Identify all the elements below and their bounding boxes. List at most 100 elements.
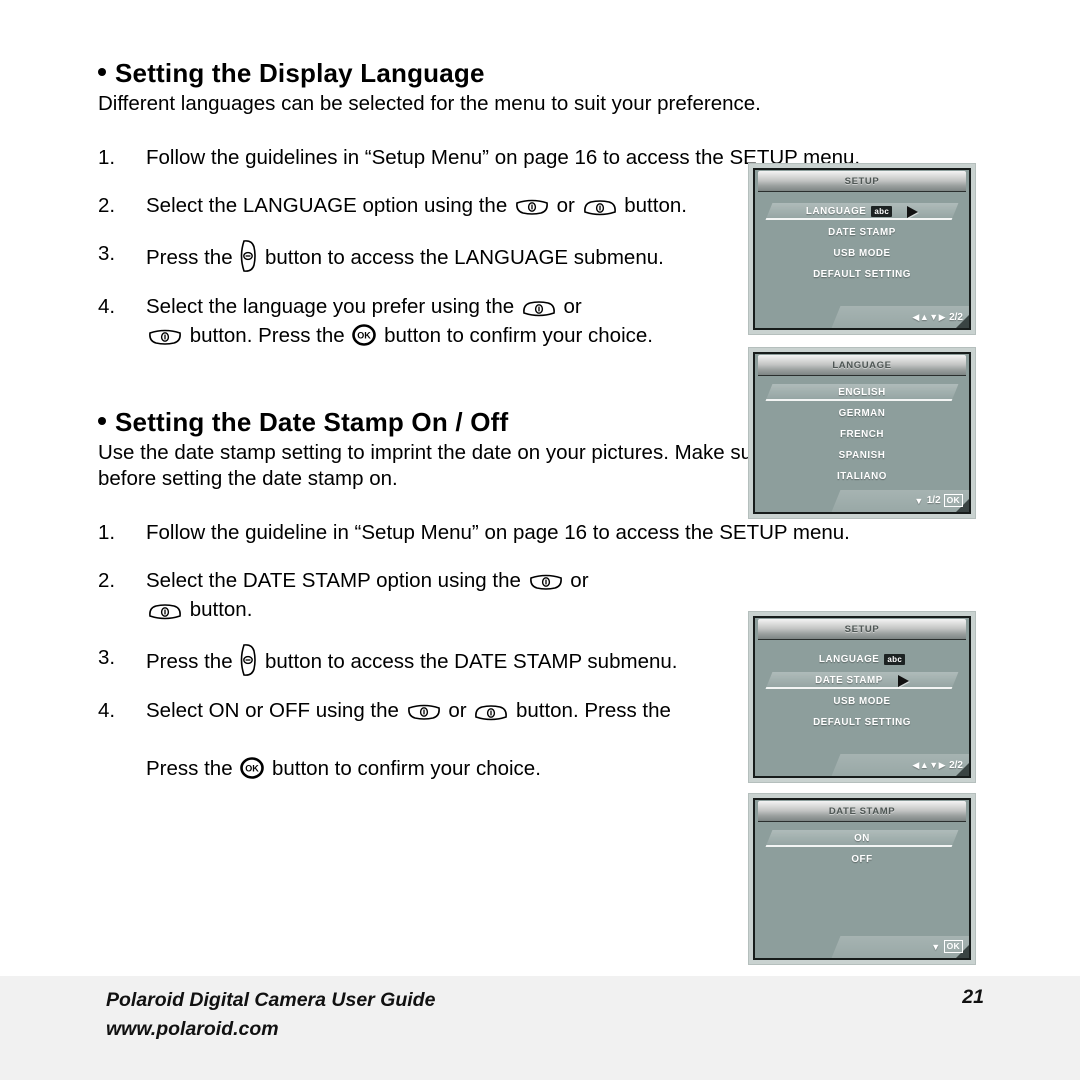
menu-item-label: ITALIANO	[837, 471, 887, 482]
up-button-icon	[583, 199, 617, 216]
down-button-icon	[529, 574, 563, 591]
step-text-fragment: or	[550, 194, 581, 217]
lcd-title-text: SETUP	[844, 623, 880, 635]
menu-item-italiano[interactable]: ITALIANO	[755, 466, 969, 487]
section-heading-display-language: Setting the Display Language	[98, 58, 998, 89]
step-text-fragment: Select the LANGUAGE option using the	[146, 194, 513, 217]
step-number: 4.	[98, 699, 116, 722]
menu-item-label: USB MODE	[833, 248, 891, 259]
step-number: 3.	[98, 242, 116, 265]
step-text-fragment: Press the	[146, 757, 239, 780]
footer-website: www.polaroid.com	[106, 1018, 279, 1040]
lcd-title-text: SETUP	[844, 175, 880, 187]
lcd-menu-list: LANGUAGE abc DATE STAMP USB MODE DEFAULT…	[755, 192, 969, 285]
step-number: 1.	[98, 521, 116, 544]
up-button-icon	[148, 603, 182, 620]
menu-item-spanish[interactable]: SPANISH	[755, 445, 969, 466]
ok-badge-icon[interactable]: OK	[943, 940, 963, 953]
menu-item-date-stamp[interactable]: DATE STAMP	[755, 222, 969, 243]
lcd-screen-setup-date-stamp: SETUP LANGUAGE abc DATE STAMP USB MODE D…	[748, 611, 976, 783]
lcd-pager: 2/2	[949, 312, 963, 323]
lcd-menu-list: ENGLISH GERMAN FRENCH SPANISH ITALIANO	[755, 376, 969, 487]
menu-item-label: DEFAULT SETTING	[813, 717, 911, 728]
lcd-title-bar: SETUP	[758, 619, 966, 640]
menu-item-usb-mode[interactable]: USB MODE	[755, 243, 969, 264]
step-text-fragment: Select the DATE STAMP option using the	[146, 569, 527, 592]
menu-item-off[interactable]: OFF	[755, 849, 969, 870]
lcd-screen-language-submenu: LANGUAGE ENGLISH GERMAN FRENCH SPANISH I…	[748, 347, 976, 519]
lcd-footer: ▼ 1/2 OK	[914, 494, 963, 507]
menu-item-default-setting[interactable]: DEFAULT SETTING	[755, 712, 969, 733]
up-button-icon	[522, 300, 556, 317]
menu-item-language[interactable]: LANGUAGE abc	[755, 201, 969, 222]
section-intro-display-language: Different languages can be selected for …	[98, 92, 761, 115]
menu-item-usb-mode[interactable]: USB MODE	[755, 691, 969, 712]
svg-text:OK: OK	[358, 331, 372, 341]
down-button-icon	[148, 329, 182, 346]
menu-item-default-setting[interactable]: DEFAULT SETTING	[755, 264, 969, 285]
step-text-fragment: button.	[618, 194, 687, 217]
down-button-icon	[407, 704, 441, 721]
step-text-fragment: or	[564, 569, 589, 592]
page-footer-text: Polaroid Digital Camera User Guide www.p…	[106, 986, 435, 1044]
menu-item-date-stamp[interactable]: DATE STAMP	[755, 670, 969, 691]
step-text-fragment: or	[557, 295, 582, 318]
step-text-fragment: Press the	[146, 246, 239, 269]
down-button-icon	[515, 199, 549, 216]
ok-badge-icon[interactable]: OK	[943, 494, 963, 507]
ok-button-icon: OK	[240, 756, 265, 788]
menu-item-french[interactable]: FRENCH	[755, 424, 969, 445]
step-text-fragment: Press the	[146, 650, 239, 673]
abc-badge-icon: abc	[871, 206, 893, 217]
nav-arrows-icon: ◀▲▼▶	[912, 312, 947, 322]
menu-item-german[interactable]: GERMAN	[755, 403, 969, 424]
menu-item-label: ENGLISH	[838, 387, 886, 398]
lcd-title-bar: SETUP	[758, 171, 966, 192]
bullet-dot-icon	[98, 68, 106, 76]
step-text-fragment: button.	[184, 598, 253, 621]
lcd-pager: 1/2	[926, 495, 941, 506]
lcd-title-text: DATE STAMP	[828, 805, 896, 817]
footer-guide-title: Polaroid Digital Camera User Guide	[106, 989, 436, 1011]
page-number: 21	[962, 986, 984, 1008]
step-text-fragment: button to access the LANGUAGE submenu.	[259, 246, 664, 269]
step-text-fragment: button to confirm your choice.	[378, 324, 653, 347]
menu-item-english[interactable]: ENGLISH	[755, 382, 969, 403]
menu-item-label: USB MODE	[833, 696, 891, 707]
ok-button-icon: OK	[352, 323, 377, 355]
lcd-title-bar: LANGUAGE	[758, 355, 966, 376]
abc-badge-icon: abc	[884, 654, 906, 665]
lcd-inner: SETUP LANGUAGE abc DATE STAMP USB MODE D…	[753, 616, 971, 778]
lcd-menu-list: ON OFF	[755, 822, 969, 870]
nav-arrows-icon: ◀▲▼▶	[912, 760, 947, 770]
bullet-dot-icon	[98, 417, 106, 425]
lcd-menu-list: LANGUAGE abc DATE STAMP USB MODE DEFAULT…	[755, 640, 969, 733]
step-text-fragment: button to confirm your choice.	[266, 757, 541, 780]
right-arrow-icon	[897, 674, 909, 687]
step-number: 2.	[98, 194, 116, 217]
menu-item-language[interactable]: LANGUAGE abc	[755, 649, 969, 670]
lcd-pager: 2/2	[949, 760, 963, 771]
lcd-title-text: LANGUAGE	[832, 359, 892, 371]
lcd-footer: ◀▲▼▶ 2/2	[912, 312, 963, 323]
step-text-fragment: Select the language you prefer using the	[146, 295, 520, 318]
lcd-footer: ◀▲▼▶ 2/2	[912, 760, 963, 771]
step-number: 2.	[98, 569, 116, 592]
menu-item-on[interactable]: ON	[755, 828, 969, 849]
lcd-inner: DATE STAMP ON OFF ▼ OK	[753, 798, 971, 960]
right-button-icon	[240, 643, 257, 677]
step-number: 1.	[98, 146, 116, 169]
right-arrow-icon	[907, 205, 919, 218]
lcd-title-bar: DATE STAMP	[758, 801, 966, 822]
svg-text:OK: OK	[246, 764, 260, 774]
step-item: 1. Follow the guideline in “Setup Menu” …	[98, 518, 998, 547]
step-text-fragment: or	[442, 699, 473, 722]
menu-item-label: SPANISH	[838, 450, 886, 461]
down-arrow-icon: ▼	[914, 495, 924, 506]
menu-item-label: OFF	[851, 854, 873, 865]
menu-item-label: FRENCH	[839, 429, 885, 440]
lcd-footer: ▼ OK	[931, 940, 963, 953]
lcd-screen-setup-language: SETUP LANGUAGE abc DATE STAMP USB MODE D…	[748, 163, 976, 335]
section-heading-text: Setting the Date Stamp On / Off	[115, 407, 509, 437]
step-text-fragment: button. Press the	[184, 324, 351, 347]
